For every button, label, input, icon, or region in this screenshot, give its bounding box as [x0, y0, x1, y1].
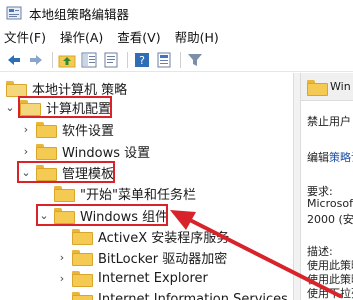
details-description-text: 使用下拉列 — [307, 287, 353, 300]
folder-icon — [72, 271, 93, 287]
tree-item-windows-settings[interactable]: › Windows 设置 — [20, 140, 150, 162]
policy-settings-link[interactable]: 策略设 — [329, 151, 353, 164]
chevron-right-icon[interactable]: › — [20, 145, 32, 158]
tree-item-software-settings[interactable]: › 软件设置 — [20, 118, 114, 140]
tree-label: Internet Information Services — [98, 291, 288, 300]
folder-icon — [72, 250, 93, 266]
highlight-box-computer-config — [18, 96, 112, 118]
forward-icon[interactable] — [26, 50, 46, 70]
menu-file[interactable]: 文件(F) — [4, 27, 46, 46]
details-pane: Win 禁止用户 编辑策略设 要求: Microsoft 2000 (安装 描述… — [301, 73, 353, 300]
toolbar-separator — [180, 51, 181, 68]
tree-label: 软件设置 — [62, 123, 115, 139]
toolbar-separator — [127, 51, 128, 68]
details-header: Win — [301, 73, 353, 101]
tree-item-start-menu[interactable]: "开始"菜单和任务栏 — [38, 182, 196, 204]
menu-help[interactable]: 帮助(H) — [175, 27, 219, 46]
highlight-box-windows-components — [36, 204, 168, 226]
folder-icon — [72, 229, 93, 245]
toolbar: ? — [0, 48, 353, 72]
chevron-right-icon[interactable]: › — [56, 251, 68, 264]
details-edit-label: 编辑策略设 — [307, 149, 353, 165]
window-title: 本地组策略编辑器 — [29, 6, 130, 22]
export-list-icon[interactable] — [101, 50, 121, 70]
tree-label: "开始"菜单和任务栏 — [80, 187, 196, 203]
details-requirements-text: Microsoft — [307, 197, 353, 210]
folder-icon — [36, 144, 57, 160]
pane-splitter[interactable] — [293, 73, 301, 300]
up-folder-icon[interactable] — [57, 50, 77, 70]
tree-pane: 本地计算机 策略 ⌄ 计算机配置 › 软件设置 › Windows 设置 ⌄ 管… — [0, 73, 293, 300]
tree-label: ActiveX 安装程序服务 — [98, 230, 230, 246]
tree-label: 本地计算机 策略 — [32, 82, 128, 98]
details-requirements-text: 2000 (安装 — [307, 213, 353, 226]
tree-label: BitLocker 驱动器加密 — [98, 251, 228, 267]
tree-item-bitlocker[interactable]: › BitLocker 驱动器加密 — [56, 246, 227, 268]
toolbar-separator — [52, 51, 53, 68]
chevron-right-icon[interactable]: › — [20, 123, 32, 136]
menu-bar: 文件(F) 操作(A) 查看(V) 帮助(H) — [0, 26, 353, 46]
tree-item-iis[interactable]: Internet Information Services — [56, 288, 288, 300]
tree-label: Internet Explorer — [98, 270, 208, 286]
chevron-down-icon[interactable]: ⌄ — [4, 101, 16, 114]
menu-view[interactable]: 查看(V) — [117, 27, 160, 46]
policy-editor-icon — [6, 5, 22, 21]
details-setting-title: 禁止用户 — [307, 115, 351, 128]
help-icon[interactable]: ? — [132, 50, 152, 70]
filter-icon[interactable] — [185, 50, 205, 70]
chevron-right-icon[interactable]: › — [56, 272, 68, 285]
back-icon[interactable] — [4, 50, 24, 70]
folder-icon — [307, 79, 328, 96]
title-bar: 本地组策略编辑器 — [0, 0, 353, 26]
local-policy-icon — [6, 81, 27, 97]
menu-action[interactable]: 操作(A) — [60, 27, 103, 46]
svg-text:?: ? — [139, 54, 145, 67]
show-hide-tree-icon[interactable] — [79, 50, 99, 70]
details-header-title: Win — [330, 80, 351, 93]
folder-icon — [54, 186, 75, 202]
properties-icon[interactable] — [154, 50, 174, 70]
folder-icon — [72, 292, 93, 300]
highlight-box-admin-templates — [17, 161, 115, 183]
tree-label: Windows 设置 — [62, 145, 151, 161]
folder-icon — [36, 122, 57, 138]
tree-item-activex[interactable]: ActiveX 安装程序服务 — [56, 225, 229, 247]
tree-item-internet-explorer[interactable]: › Internet Explorer — [56, 267, 208, 289]
